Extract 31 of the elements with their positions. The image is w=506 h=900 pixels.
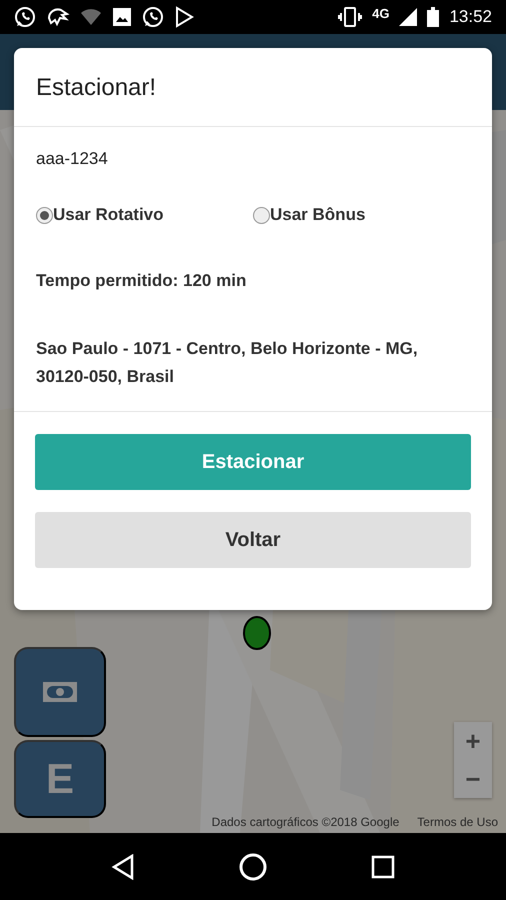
zoom-out-button[interactable]: − (454, 760, 492, 798)
zoom-in-button[interactable]: + (454, 722, 492, 760)
park-button[interactable]: Estacionar (35, 434, 471, 490)
radio-button[interactable] (253, 206, 270, 224)
plate-number: aaa-1234 (36, 149, 109, 169)
chat-icon (142, 6, 164, 28)
recents-icon (370, 854, 395, 878)
clock: 13:52 (449, 7, 492, 27)
dialog-title: Estacionar! (14, 48, 492, 127)
map-attribution: Dados cartográficos ©2018 Google (212, 815, 400, 829)
allowed-time: Tempo permitido: 120 min (36, 271, 248, 291)
radio-label: Usar Rotativo (53, 205, 164, 225)
letter-button[interactable]: E (14, 740, 106, 818)
image-icon (112, 7, 132, 27)
address-text: Sao Paulo - 1071 - Centro, Belo Horizonte - MG, 30120-050, Brasil (36, 338, 419, 388)
back-icon (111, 854, 136, 880)
signal-icon (399, 8, 418, 26)
radio-label: Usar Bônus (270, 205, 366, 225)
home-icon (238, 852, 268, 882)
back-button[interactable]: Voltar (35, 512, 471, 568)
map-marker-icon (242, 615, 272, 651)
chat-icon (14, 6, 36, 28)
battery-icon (427, 7, 440, 27)
wifi-icon (80, 7, 102, 27)
vibrate-icon (338, 7, 362, 27)
network-type: 4G (372, 6, 390, 20)
radio-button[interactable] (36, 206, 53, 224)
banknote-icon (42, 681, 78, 703)
terms-link[interactable]: Termos de Uso (417, 815, 498, 829)
money-button[interactable] (14, 647, 106, 737)
play-icon (174, 6, 194, 28)
